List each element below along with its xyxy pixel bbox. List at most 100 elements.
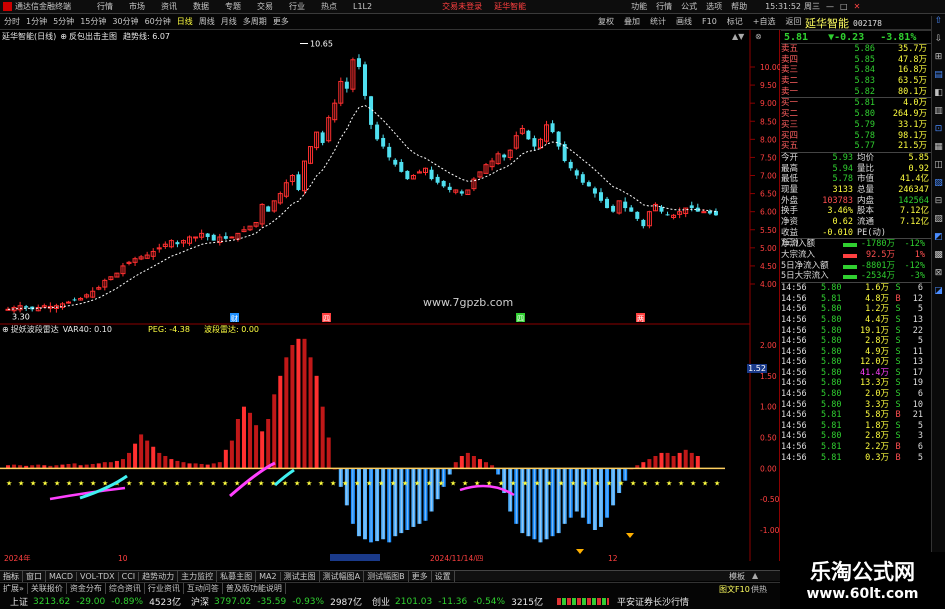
trade-login-link[interactable]: 交易未登录 bbox=[442, 1, 482, 12]
indicator-tab-9[interactable]: 测试主图 bbox=[281, 570, 320, 582]
menu-5[interactable]: 交易 bbox=[257, 1, 273, 12]
bid-row-0[interactable]: 买一 5.81 4.0万 bbox=[781, 98, 931, 109]
period-3[interactable]: 15分钟 bbox=[80, 16, 106, 27]
menu-2[interactable]: 资讯 bbox=[161, 1, 177, 12]
indicator-tab-6[interactable]: 主力监控 bbox=[178, 570, 218, 582]
side-tool-12-icon[interactable]: ◩ bbox=[932, 232, 945, 250]
indicator-tab-2[interactable]: MACD bbox=[46, 571, 77, 581]
period-8[interactable]: 月线 bbox=[221, 16, 237, 27]
side-tool-13-icon[interactable]: ▩ bbox=[932, 250, 945, 268]
side-tool-14-icon[interactable]: ⊠ bbox=[932, 268, 945, 286]
info-tab-4[interactable]: 行业资讯 bbox=[145, 583, 184, 594]
menu-0[interactable]: 行情 bbox=[97, 1, 113, 12]
rmenu-1[interactable]: 行情 bbox=[656, 1, 672, 12]
menu-7[interactable]: 热点 bbox=[321, 1, 337, 12]
side-tool-4-icon[interactable]: ◧ bbox=[932, 88, 945, 106]
tab-scroll-icon[interactable]: ▲ bbox=[752, 571, 758, 580]
info-tab-2[interactable]: 资金分布 bbox=[67, 583, 106, 594]
indicator-tab-5[interactable]: 趋势动力 bbox=[139, 570, 179, 582]
period-4[interactable]: 30分钟 bbox=[112, 16, 138, 27]
bid-row-2[interactable]: 买三 5.79 33.1万 bbox=[781, 120, 931, 131]
kline-chart[interactable]: 10.00 9.50 9.00 8.50 8.00 7.50 7.00 6.50 6.00 5.5… bbox=[0, 30, 782, 563]
ask-row-0[interactable]: 卖五 5.86 35.7万 bbox=[781, 44, 931, 55]
info-tab-1[interactable]: 关联报价 bbox=[28, 583, 67, 594]
period-2[interactable]: 5分钟 bbox=[53, 16, 74, 27]
sh-label[interactable]: 上证 bbox=[10, 595, 28, 608]
close-button[interactable]: ✕ bbox=[854, 2, 861, 11]
side-tool-8-icon[interactable]: ◫ bbox=[932, 160, 945, 178]
info-tab-5[interactable]: 互动问答 bbox=[184, 583, 223, 594]
side-tool-2-icon[interactable]: ⊞ bbox=[932, 52, 945, 70]
bid-row-1[interactable]: 买二 5.80 264.9万 bbox=[781, 109, 931, 120]
bid-row-4[interactable]: 买五 5.77 21.5万 bbox=[781, 141, 931, 152]
ask-row-2[interactable]: 卖三 5.84 16.8万 bbox=[781, 65, 931, 76]
toolbar-action-5[interactable]: 标记 bbox=[727, 16, 743, 27]
period-0[interactable]: 分时 bbox=[4, 16, 20, 27]
event-mark-label: 四 bbox=[517, 315, 524, 323]
period-1[interactable]: 1分钟 bbox=[26, 16, 47, 27]
period-10[interactable]: 更多 bbox=[273, 16, 289, 27]
indicator-tab-13[interactable]: 设置 bbox=[432, 570, 455, 582]
chart-area[interactable]: 10.00 9.50 9.00 8.50 8.00 7.50 7.00 6.50 6.00 5.5… bbox=[0, 30, 782, 563]
toolbar-action-4[interactable]: F10 bbox=[702, 17, 717, 26]
tick-list[interactable]: 14:56 5.80 1.6万 S 6 14:56 5.81 4.8万 B 12 14:56 5.80… bbox=[781, 283, 931, 463]
toolbar-action-1[interactable]: 叠加 bbox=[624, 16, 640, 27]
chart-settings-icon[interactable]: ▲▼ bbox=[732, 32, 744, 41]
sub-bar bbox=[284, 357, 289, 469]
side-tool-9-icon[interactable]: ▧ bbox=[932, 178, 945, 196]
f10-tab[interactable]: 图文F10 bbox=[719, 584, 750, 595]
side-tool-0-icon[interactable]: ⇧ bbox=[932, 16, 945, 34]
toolbar-action-2[interactable]: 统计 bbox=[650, 16, 666, 27]
maximize-button[interactable]: □ bbox=[840, 2, 848, 11]
sz-label[interactable]: 沪深 bbox=[191, 595, 209, 608]
minimize-button[interactable]: — bbox=[826, 2, 834, 11]
period-6[interactable]: 日线 bbox=[177, 16, 193, 27]
side-tool-7-icon[interactable]: ▦ bbox=[932, 142, 945, 160]
toolbar-action-3[interactable]: 画线 bbox=[676, 16, 692, 27]
ask-row-1[interactable]: 卖四 5.85 47.8万 bbox=[781, 55, 931, 66]
template-tab[interactable]: 模板 bbox=[729, 571, 745, 582]
indicator-tab-8[interactable]: MA2 bbox=[256, 571, 281, 581]
toolbar-action-6[interactable]: +自选 bbox=[753, 16, 776, 27]
side-tool-15-icon[interactable]: ◪ bbox=[932, 286, 945, 304]
menu-6[interactable]: 行业 bbox=[289, 1, 305, 12]
ask-row-4[interactable]: 卖一 5.82 80.1万 bbox=[781, 87, 931, 98]
cy-label[interactable]: 创业 bbox=[372, 595, 390, 608]
side-tool-3-icon[interactable]: ▤ bbox=[932, 70, 945, 88]
period-9[interactable]: 多周期 bbox=[243, 16, 267, 27]
side-tool-6-icon[interactable]: ⊡ bbox=[932, 124, 945, 142]
stock-title-link[interactable]: 延华智能 bbox=[494, 1, 526, 12]
menu-8[interactable]: L1L2 bbox=[353, 2, 372, 11]
sub-legend-icon[interactable]: ⊕ bbox=[2, 325, 9, 334]
indicator-tab-0[interactable]: 指标 bbox=[0, 570, 23, 582]
period-7[interactable]: 周线 bbox=[199, 16, 215, 27]
side-tool-10-icon[interactable]: ⊟ bbox=[932, 196, 945, 214]
bid-row-3[interactable]: 买四 5.78 98.1万 bbox=[781, 131, 931, 142]
rmenu-2[interactable]: 公式 bbox=[681, 1, 697, 12]
side-tool-5-icon[interactable]: ▥ bbox=[932, 106, 945, 124]
ask-row-3[interactable]: 卖二 5.83 63.5万 bbox=[781, 76, 931, 87]
period-5[interactable]: 60分钟 bbox=[145, 16, 171, 27]
info-tab-0[interactable]: 扩展» bbox=[0, 583, 28, 594]
indicator-tab-3[interactable]: VOL-TDX bbox=[77, 571, 119, 581]
menu-4[interactable]: 专题 bbox=[225, 1, 241, 12]
rmenu-0[interactable]: 功能 bbox=[631, 1, 647, 12]
info-tab-6[interactable]: 普及版功能说明 bbox=[223, 583, 286, 594]
side-tool-1-icon[interactable]: ⇩ bbox=[932, 34, 945, 52]
menu-3[interactable]: 数据 bbox=[193, 1, 209, 12]
chart-close-icon[interactable]: ⊗ bbox=[755, 32, 762, 41]
indicator-tab-7[interactable]: 私募主图 bbox=[217, 570, 257, 582]
indicator-tab-10[interactable]: 测试幅图A bbox=[320, 570, 365, 582]
indicator-tab-1[interactable]: 窗口 bbox=[23, 570, 46, 582]
menu-1[interactable]: 市场 bbox=[129, 1, 145, 12]
info-tab-3[interactable]: 综合资讯 bbox=[106, 583, 145, 594]
rmenu-3[interactable]: 选项 bbox=[706, 1, 722, 12]
indicator-tab-12[interactable]: 更多 bbox=[409, 570, 432, 582]
indicator-tab-4[interactable]: CCI bbox=[119, 571, 140, 581]
legend-toggle-icon[interactable]: ⊕ bbox=[60, 32, 67, 41]
heat-tab[interactable]: 供热 bbox=[751, 584, 767, 595]
rmenu-4[interactable]: 帮助 bbox=[731, 1, 747, 12]
indicator-tab-11[interactable]: 测试幅图B bbox=[364, 570, 409, 582]
side-tool-11-icon[interactable]: ▨ bbox=[932, 214, 945, 232]
toolbar-action-0[interactable]: 复权 bbox=[598, 16, 614, 27]
